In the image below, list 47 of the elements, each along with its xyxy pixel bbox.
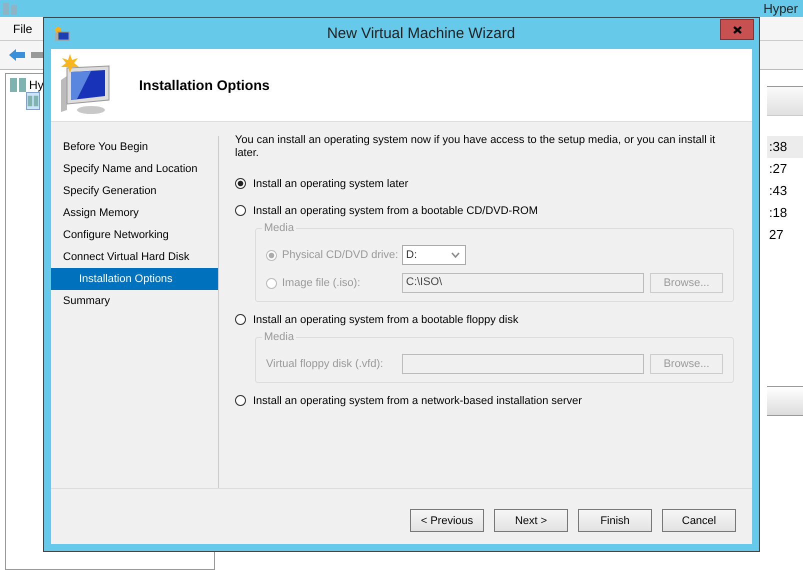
- wizard-button[interactable]: Finish: [578, 509, 652, 532]
- server-icon: [27, 93, 39, 109]
- table-cell[interactable]: :43: [767, 180, 803, 202]
- app-title: Hyper: [763, 1, 798, 16]
- field-label: Physical CD/DVD drive:: [282, 249, 400, 261]
- table-cell[interactable]: :18: [767, 202, 803, 224]
- wizard-button[interactable]: Next >: [494, 509, 568, 532]
- step-item[interactable]: Installation Options: [51, 268, 218, 290]
- option-label: Install an operating system from a network-based installation server: [253, 394, 582, 406]
- back-arrow-icon[interactable]: [9, 49, 25, 61]
- table-cell[interactable]: :38: [767, 136, 803, 158]
- server-icon: [3, 2, 17, 14]
- menu-item[interactable]: File: [13, 22, 32, 36]
- step-item[interactable]: Specify Name and Location: [51, 158, 218, 180]
- close-icon: [732, 26, 742, 34]
- panel-header: [767, 386, 803, 416]
- window-title: New Virtual Machine Wizard: [326, 25, 516, 42]
- step-item[interactable]: Summary: [51, 290, 218, 312]
- option-label: Install an operating system from a bootable floppy disk: [253, 314, 518, 326]
- table-cell[interactable]: :27: [767, 158, 803, 180]
- panel-header: [767, 86, 803, 116]
- radio-button[interactable]: [235, 178, 246, 189]
- field-label: Virtual floppy disk (.vfd):: [266, 358, 384, 370]
- option-label: Install an operating system from a bootable CD/DVD-ROM: [253, 204, 538, 216]
- step-item[interactable]: Assign Memory: [51, 202, 218, 224]
- group-title: Media: [262, 331, 296, 343]
- chevron-down-icon: [451, 252, 460, 258]
- wizard-button[interactable]: Cancel: [662, 509, 736, 532]
- page-title: Installation Options: [139, 77, 270, 93]
- radio-button[interactable]: [235, 314, 246, 325]
- step-item[interactable]: Specify Generation: [51, 180, 218, 202]
- option-label: Install an operating system later: [253, 178, 408, 190]
- step-item[interactable]: Connect Virtual Hard Disk: [51, 246, 218, 268]
- server-icon: [10, 78, 26, 92]
- intro-text: You can install an operating system now if you have access to the setup media, or you can install it later.: [235, 134, 716, 160]
- step-item[interactable]: Configure Networking: [51, 224, 218, 246]
- radio-button[interactable]: [235, 205, 246, 216]
- table-cell[interactable]: 27: [767, 224, 803, 246]
- group-title: Media: [262, 222, 296, 234]
- tree-item[interactable]: [26, 92, 40, 110]
- wizard-button[interactable]: < Previous: [410, 509, 484, 532]
- step-item[interactable]: Before You Begin: [51, 136, 218, 158]
- tree-item[interactable]: Hy: [29, 78, 44, 92]
- radio-button[interactable]: [235, 395, 246, 406]
- monitor-icon: [54, 26, 70, 42]
- close-button[interactable]: [720, 19, 754, 40]
- field-label: Image file (.iso):: [282, 277, 362, 289]
